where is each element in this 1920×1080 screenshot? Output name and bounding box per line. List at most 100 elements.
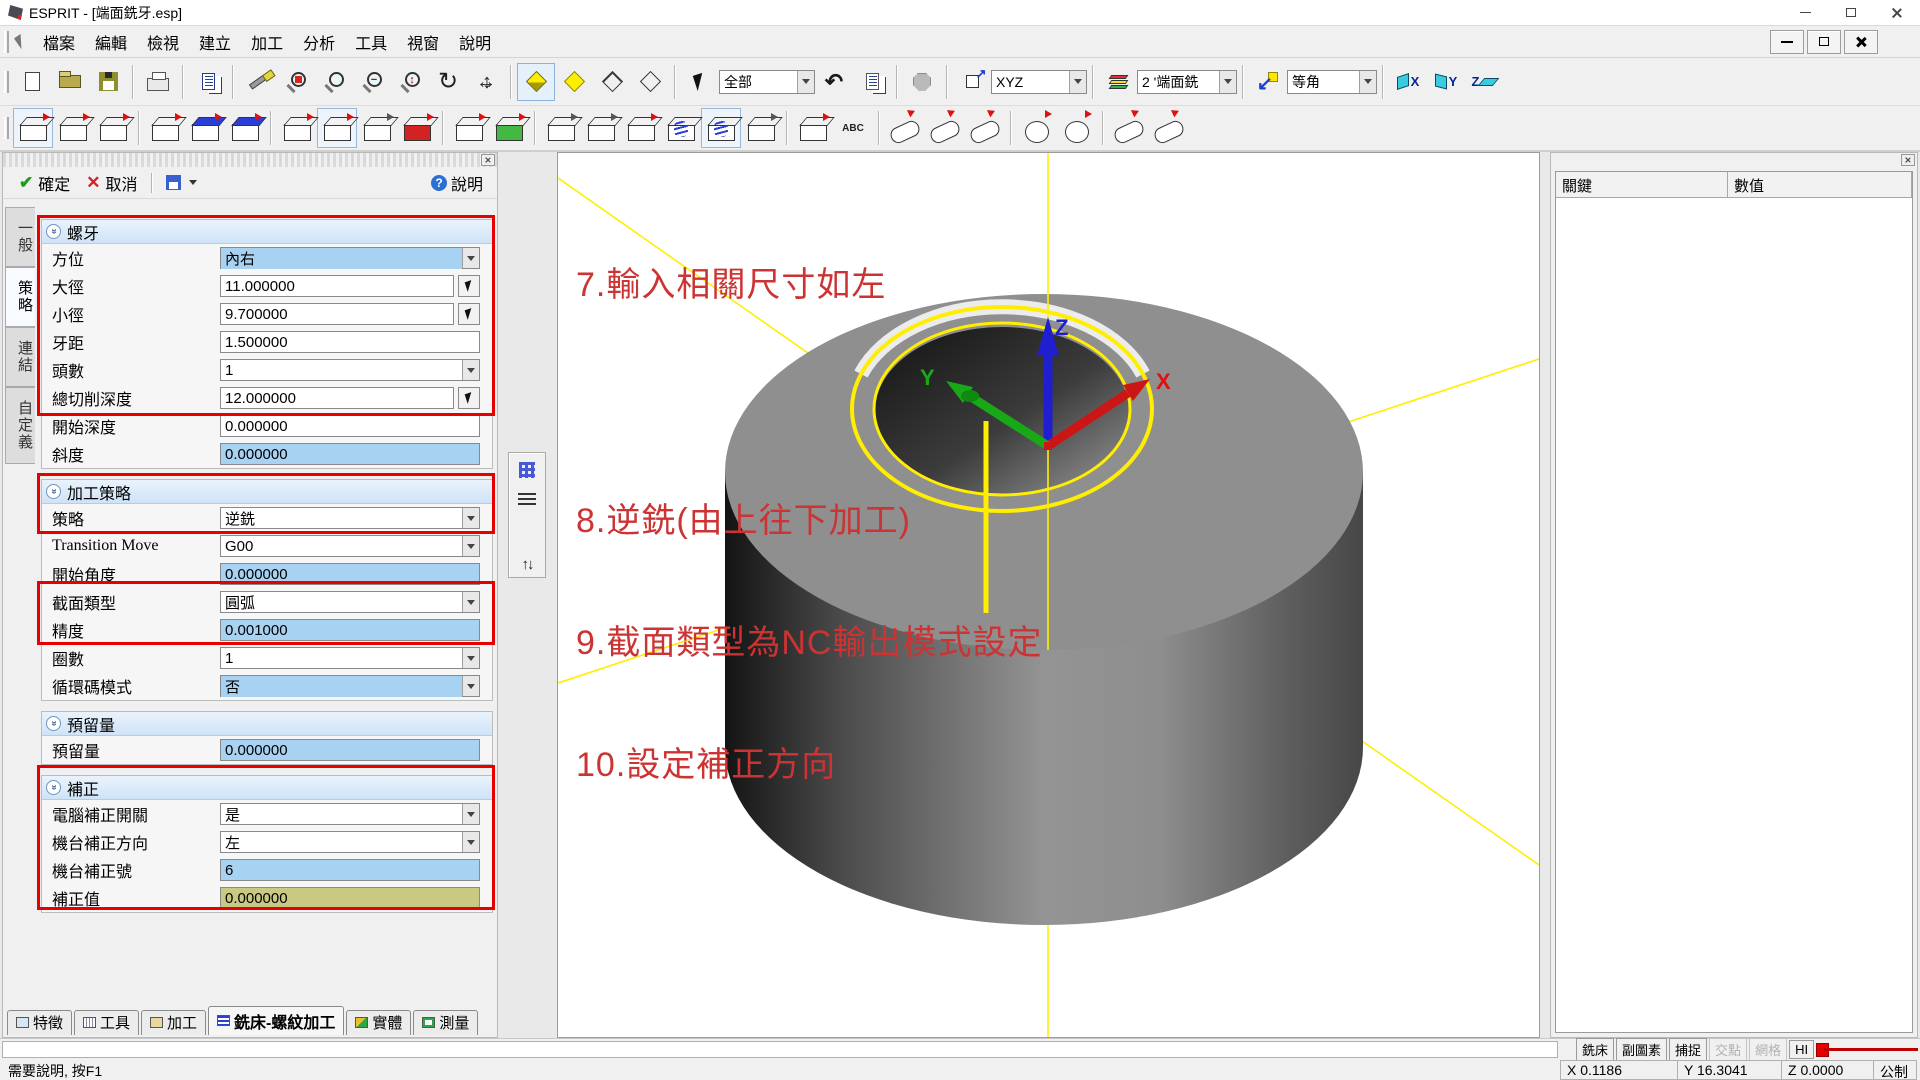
toolbar-grip[interactable] xyxy=(4,31,9,53)
tapping-button[interactable] xyxy=(581,108,621,148)
param-field-機台補正方向[interactable]: 左 xyxy=(220,831,480,853)
zoom-out-button[interactable]: − xyxy=(353,63,391,101)
wheel-machining-1-button[interactable] xyxy=(1017,108,1057,148)
flat-shaded-view-button[interactable] xyxy=(555,63,593,101)
side-tab-連結[interactable]: 連結 xyxy=(5,327,35,387)
bottom-tab-工具[interactable]: 工具 xyxy=(74,1010,139,1035)
rotary-drilling-1-button[interactable] xyxy=(1109,108,1149,148)
side-tab-一般[interactable]: 一般 xyxy=(5,207,35,267)
boring-button[interactable] xyxy=(621,108,661,148)
pick-from-screen-button[interactable] xyxy=(458,387,480,409)
zoom-button[interactable] xyxy=(315,63,353,101)
chevron-down-icon[interactable] xyxy=(462,676,479,696)
mode-toggle-副圖素[interactable]: 副圖素 xyxy=(1616,1038,1667,1061)
chamfer-milling-button[interactable] xyxy=(277,108,317,148)
param-field-開始角度[interactable]: 0.000000 xyxy=(220,563,480,585)
close-button[interactable] xyxy=(1874,0,1920,26)
panel-close-button[interactable] xyxy=(481,154,495,166)
menu-item-1[interactable]: 檔案 xyxy=(33,26,85,58)
section-header-預留量[interactable]: 預留量 xyxy=(42,712,492,736)
menu-item-2[interactable]: 編輯 xyxy=(85,26,137,58)
list-view-button[interactable] xyxy=(513,487,541,513)
pan-view-button[interactable] xyxy=(467,63,505,101)
menu-item-9[interactable]: 說明 xyxy=(449,26,501,58)
bottom-tab-實體[interactable]: 實體 xyxy=(346,1010,411,1035)
helix-button[interactable] xyxy=(661,108,701,148)
mode-toggle-銑床[interactable]: 銑床 xyxy=(1576,1038,1614,1061)
param-field-預留量[interactable]: 0.000000 xyxy=(220,739,480,761)
expand-collapse-button[interactable] xyxy=(513,551,541,577)
section-header-補正[interactable]: 補正 xyxy=(42,776,492,800)
wireframe-view-button[interactable] xyxy=(593,63,631,101)
spot-drilling-button[interactable] xyxy=(317,108,357,148)
ok-button[interactable]: ✔ 確定 xyxy=(11,168,78,198)
z-level-finish-button[interactable] xyxy=(185,108,225,148)
work-plane-combo[interactable]: XYZ xyxy=(991,70,1087,94)
panel-close-button[interactable] xyxy=(1901,154,1915,166)
rotary-milling-1-button[interactable] xyxy=(885,108,925,148)
panel-grip[interactable] xyxy=(3,153,497,167)
chevron-down-icon[interactable] xyxy=(462,248,479,268)
param-field-循環碼模式[interactable]: 否 xyxy=(220,675,480,697)
bottom-tab-測量[interactable]: 測量 xyxy=(413,1010,478,1035)
shaded-view-button[interactable] xyxy=(517,63,555,101)
side-tab-自定義[interactable]: 自定義 xyxy=(5,387,35,464)
mode-toggle-HI[interactable]: HI xyxy=(1789,1040,1814,1059)
menu-item-7[interactable]: 工具 xyxy=(345,26,397,58)
chevron-down-icon[interactable] xyxy=(462,508,479,528)
stock-block-button[interactable] xyxy=(489,108,529,148)
chevron-down-icon[interactable] xyxy=(462,648,479,668)
chevron-down-icon[interactable] xyxy=(462,804,479,824)
chevron-down-icon[interactable] xyxy=(462,832,479,852)
property-grid-button[interactable] xyxy=(513,457,541,483)
param-field-方位[interactable]: 內右 xyxy=(220,247,480,269)
menu-item-4[interactable]: 建立 xyxy=(189,26,241,58)
thread-milling-button[interactable] xyxy=(701,108,741,148)
minimize-button[interactable] xyxy=(1782,0,1828,26)
column-header-value[interactable]: 數值 xyxy=(1728,172,1912,197)
contouring-button[interactable] xyxy=(53,108,93,148)
stop-button[interactable] xyxy=(903,63,941,101)
menu-item-5[interactable]: 加工 xyxy=(241,26,293,58)
bottom-tab-特徵[interactable]: 特徵 xyxy=(7,1010,72,1035)
view-along-x-button[interactable]: X xyxy=(1389,63,1427,101)
help-button[interactable]: 說明 xyxy=(431,171,483,195)
param-field-策略[interactable]: 逆銑 xyxy=(220,507,480,529)
mode-toggle-捕捉[interactable]: 捕捉 xyxy=(1669,1038,1707,1061)
chevron-down-icon[interactable] xyxy=(462,592,479,612)
retract-button[interactable] xyxy=(741,108,781,148)
menu-item-8[interactable]: 視窗 xyxy=(397,26,449,58)
rotate-view-button[interactable]: ↻ xyxy=(429,63,467,101)
menu-item-3[interactable]: 檢視 xyxy=(137,26,189,58)
bottom-tab-銑床-螺紋加工[interactable]: 銑床-螺紋加工 xyxy=(208,1006,344,1035)
layer-combo[interactable]: 2 '端面銑 xyxy=(1137,70,1237,94)
save-button[interactable] xyxy=(89,63,127,101)
chevron-down-icon[interactable] xyxy=(462,360,479,380)
uvw-axes-button[interactable] xyxy=(1249,63,1287,101)
prompt-field[interactable] xyxy=(2,1041,1558,1058)
view-orientation-combo[interactable]: 等角 xyxy=(1287,70,1377,94)
section-header-螺牙[interactable]: 螺牙 xyxy=(42,220,492,244)
save-settings-button[interactable] xyxy=(158,172,205,193)
deep-drilling-button[interactable] xyxy=(397,108,437,148)
pick-from-screen-button[interactable] xyxy=(458,303,480,325)
bottom-tab-加工[interactable]: 加工 xyxy=(141,1010,206,1035)
open-file-button[interactable] xyxy=(51,63,89,101)
zoom-extents-button[interactable]: ↕ xyxy=(391,63,429,101)
pattern-button[interactable] xyxy=(449,108,489,148)
param-field-截面類型[interactable]: 圓弧 xyxy=(220,591,480,613)
toolbar-grip[interactable] xyxy=(4,117,9,139)
zoom-window-button[interactable] xyxy=(277,63,315,101)
mode-toggle-交點[interactable]: 交點 xyxy=(1709,1038,1747,1061)
report-button[interactable] xyxy=(189,63,227,101)
column-header-key[interactable]: 關鍵 xyxy=(1556,172,1728,197)
graphics-viewport[interactable]: Z X Y 7.輸入相關尺寸如左8.逆銑(由上往下加工)9.截面類型為NC輸出模… xyxy=(557,152,1540,1038)
work-plane-button[interactable] xyxy=(953,63,991,101)
rotary-drilling-2-button[interactable] xyxy=(1149,108,1189,148)
mode-toggle-網格[interactable]: 網格 xyxy=(1749,1038,1787,1061)
rotary-milling-3-button[interactable] xyxy=(965,108,1005,148)
param-field-補正值[interactable]: 0.000000 xyxy=(220,887,480,909)
param-field-牙距[interactable]: 1.500000 xyxy=(220,331,480,353)
select-button[interactable] xyxy=(681,63,719,101)
paste-button[interactable] xyxy=(853,63,891,101)
